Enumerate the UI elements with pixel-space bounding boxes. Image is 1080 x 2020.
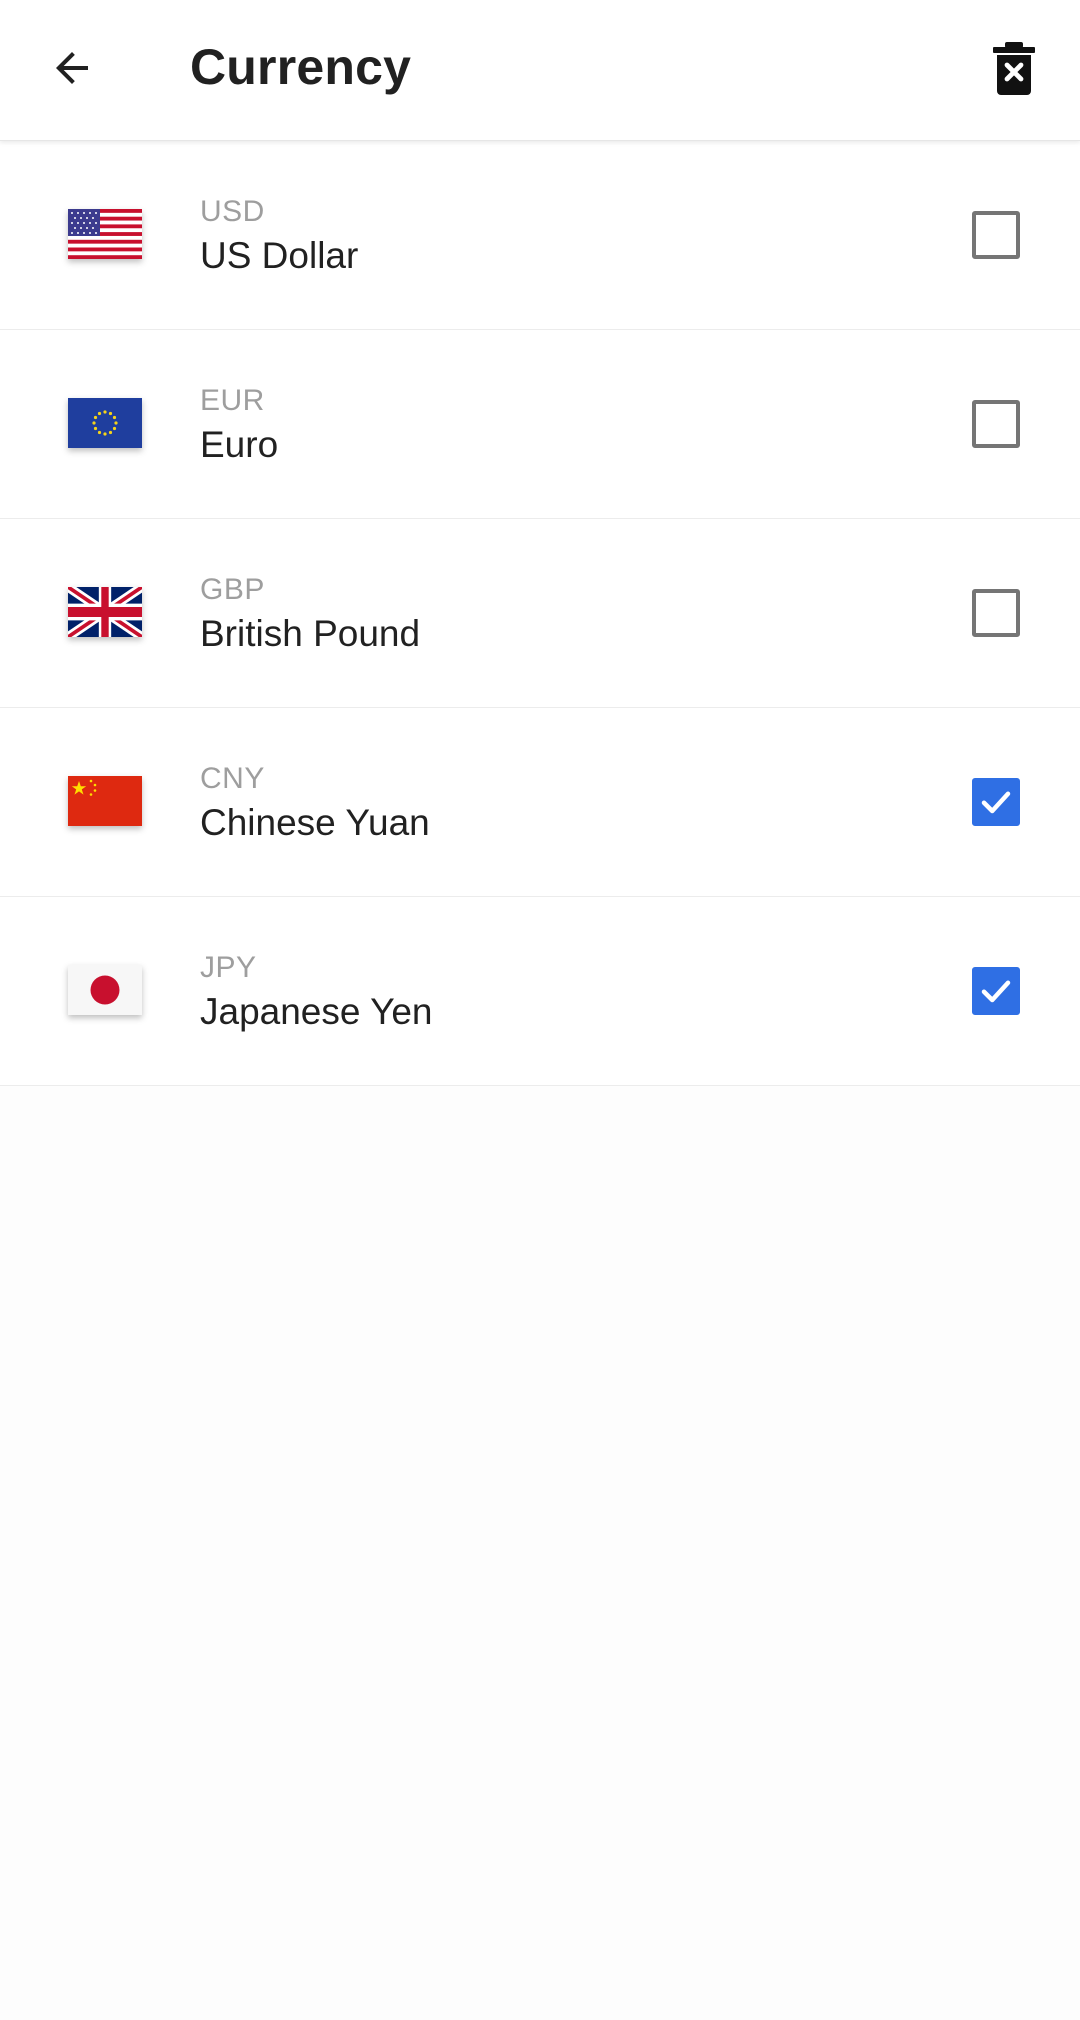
currency-row-jpy[interactable]: JPY Japanese Yen: [0, 897, 1080, 1086]
currency-checkbox-usd[interactable]: [972, 211, 1020, 259]
eu-flag-icon: [68, 398, 142, 448]
currency-row-cny[interactable]: CNY Chinese Yuan: [0, 708, 1080, 897]
currency-code: GBP: [200, 573, 265, 606]
page-title: Currency: [190, 39, 412, 95]
delete-button[interactable]: [978, 32, 1050, 104]
trash-x-icon: [993, 42, 1035, 95]
currency-checkbox-eur[interactable]: [972, 400, 1020, 448]
back-button[interactable]: [36, 32, 108, 104]
currency-list: USD US Dollar EUR Euro GBP British Pound…: [0, 141, 1080, 1086]
currency-name: Euro: [200, 424, 279, 465]
arrow-left-icon: [56, 52, 88, 84]
currency-name: US Dollar: [200, 235, 359, 276]
currency-row-usd[interactable]: USD US Dollar: [0, 141, 1080, 330]
currency-code: JPY: [200, 951, 257, 984]
currency-checkbox-jpy[interactable]: [972, 967, 1020, 1015]
check-icon: [981, 791, 1011, 814]
app-bar: Currency: [0, 0, 1080, 141]
currency-row-eur[interactable]: EUR Euro: [0, 330, 1080, 519]
currency-name: Japanese Yen: [200, 991, 433, 1032]
currency-name: Chinese Yuan: [200, 802, 430, 843]
currency-name: British Pound: [200, 613, 421, 654]
uk-flag-icon: [68, 587, 142, 637]
currency-row-gbp[interactable]: GBP British Pound: [0, 519, 1080, 708]
jp-flag-icon: [68, 965, 142, 1015]
currency-code: CNY: [200, 762, 265, 795]
currency-checkbox-gbp[interactable]: [972, 589, 1020, 637]
currency-code: USD: [200, 195, 265, 228]
check-icon: [981, 980, 1011, 1003]
cn-flag-icon: [68, 776, 142, 826]
us-flag-icon: [68, 209, 142, 259]
currency-code: EUR: [200, 384, 265, 417]
currency-checkbox-cny[interactable]: [972, 778, 1020, 826]
